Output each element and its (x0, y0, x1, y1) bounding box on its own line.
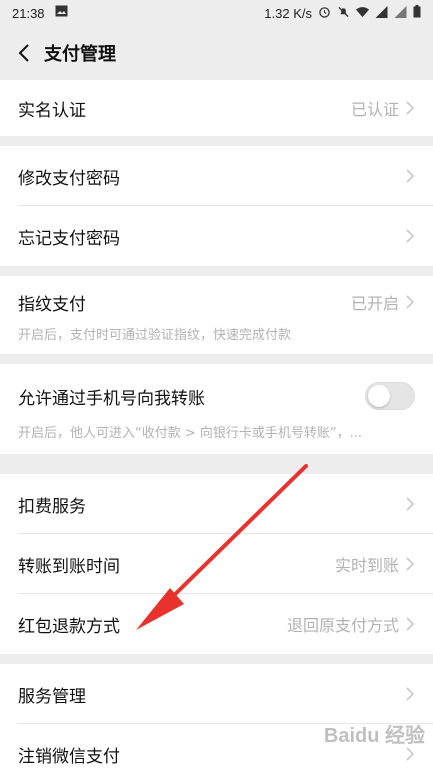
row-real-name-verification[interactable]: 实名认证 已认证 (0, 80, 433, 136)
row-change-payment-password[interactable]: 修改支付密码 (0, 146, 433, 206)
phone-transfer-toggle[interactable] (365, 382, 415, 410)
row-label: 红包退款方式 (18, 616, 120, 637)
row-value: 退回原支付方式 (286, 616, 399, 635)
group-password: 修改支付密码 忘记支付密码 (0, 146, 433, 266)
chevron-right-icon (406, 295, 415, 309)
chevron-right-icon (406, 687, 415, 701)
battery-icon (413, 5, 421, 21)
row-label: 指纹支付 (18, 294, 86, 315)
toggle-knob (368, 385, 390, 407)
signal-icon (375, 5, 388, 21)
row-allow-phone-transfer: 允许通过手机号向我转账 (0, 364, 433, 428)
group-management: 服务管理 注销微信支付 (0, 664, 433, 768)
network-speed: 1.32 K/s (264, 5, 312, 21)
row-transfer-arrival-time[interactable]: 转账到账时间 实时到账 (0, 534, 433, 594)
row-cancel-wechat-pay[interactable]: 注销微信支付 (0, 724, 433, 768)
alarm-icon (318, 6, 331, 21)
back-button[interactable] (4, 26, 44, 80)
row-value: 已开启 (350, 294, 399, 313)
row-red-packet-refund-method[interactable]: 红包退款方式 退回原支付方式 (0, 594, 433, 654)
status-bar: 21:38 1.32 K/s (0, 0, 433, 26)
row-label: 修改支付密码 (18, 168, 120, 189)
chevron-right-icon (406, 557, 415, 571)
row-label: 允许通过手机号向我转账 (18, 388, 205, 409)
signal-icon (394, 5, 407, 21)
row-label: 实名认证 (18, 100, 86, 121)
row-label: 注销微信支付 (18, 746, 120, 767)
header: 支付管理 (0, 26, 433, 80)
wifi-icon (356, 6, 369, 21)
group-phone-transfer: 允许通过手机号向我转账 开启后，他人可进入“收付款 > 向银行卡或手机号转账”，… (0, 364, 433, 454)
row-service-management[interactable]: 服务管理 (0, 664, 433, 724)
chevron-left-icon (18, 44, 29, 62)
row-description: 开启后，他人可进入“收付款 > 向银行卡或手机号转账”，... (18, 426, 363, 441)
row-value: 已认证 (350, 100, 399, 119)
image-icon (55, 5, 68, 21)
group-fingerprint: 指纹支付 已开启 开启后，支付时可通过验证指纹，快速完成付款 (0, 276, 433, 354)
row-forgot-payment-password[interactable]: 忘记支付密码 (0, 206, 433, 266)
row-label: 扣费服务 (18, 496, 86, 517)
row-description: 开启后，支付时可通过验证指纹，快速完成付款 (18, 328, 292, 343)
mute-icon (337, 6, 350, 21)
row-value: 实时到账 (334, 556, 399, 575)
row-label: 忘记支付密码 (18, 228, 120, 249)
status-time: 21:38 (12, 5, 45, 21)
row-label: 转账到账时间 (18, 556, 120, 577)
row-label: 服务管理 (18, 686, 86, 707)
page-title: 支付管理 (44, 44, 116, 65)
row-deduction-service[interactable]: 扣费服务 (0, 474, 433, 534)
chevron-right-icon (406, 497, 415, 511)
chevron-right-icon (406, 169, 415, 183)
chevron-right-icon (406, 101, 415, 115)
chevron-right-icon (406, 617, 415, 631)
group-services: 扣费服务 转账到账时间 实时到账 红包退款方式 退回原支付方式 (0, 474, 433, 654)
group-verification: 实名认证 已认证 (0, 80, 433, 136)
chevron-right-icon (406, 747, 415, 761)
chevron-right-icon (406, 229, 415, 243)
row-fingerprint-payment[interactable]: 指纹支付 已开启 (0, 276, 433, 328)
